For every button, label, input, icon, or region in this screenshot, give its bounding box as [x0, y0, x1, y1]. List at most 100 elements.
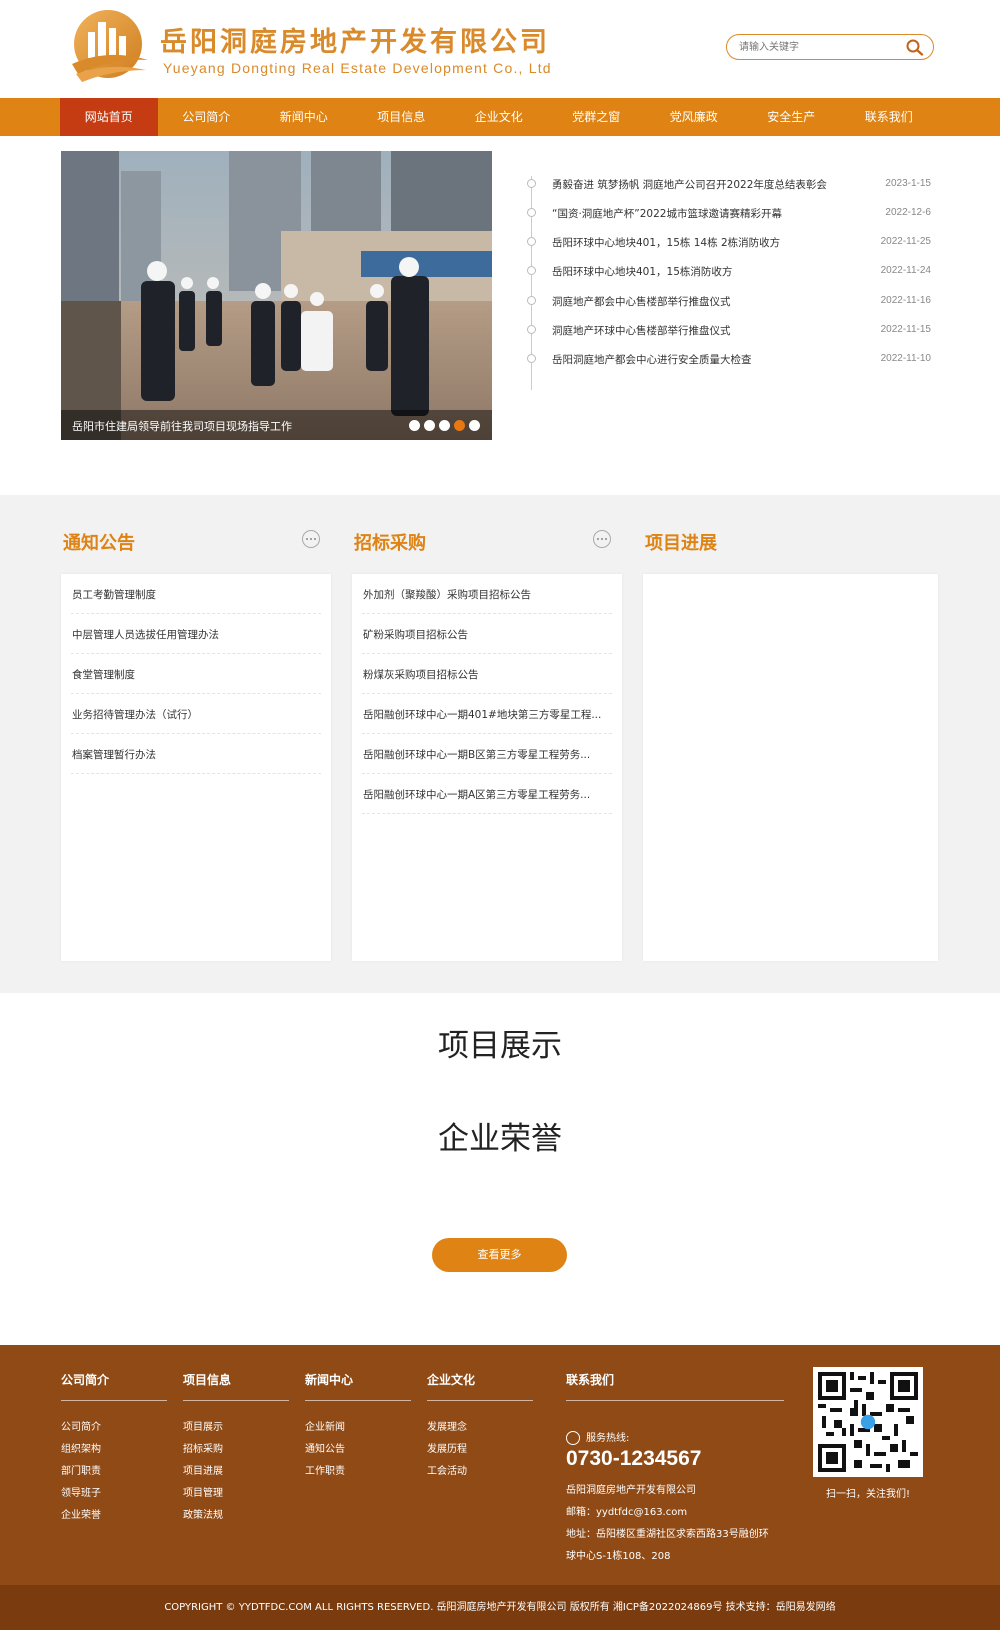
hotline-label-row: 服务热线:: [566, 1429, 629, 1445]
list-item-label[interactable]: 粉煤灰采购项目招标公告: [363, 667, 479, 682]
bidding-title[interactable]: 招标采购: [354, 529, 426, 555]
footer-link[interactable]: 招标采购: [183, 1439, 289, 1461]
news-title[interactable]: 岳阳洞庭地产都会中心进行安全质量大检查: [552, 352, 752, 367]
site-header: 岳阳洞庭房地产开发有限公司 Yueyang Dongting Real Esta…: [0, 0, 1000, 98]
footer-column-title[interactable]: 项目信息: [183, 1371, 289, 1401]
more-icon[interactable]: [593, 530, 611, 548]
footer-column: 公司简介 公司简介 组织架构 部门职责 领导班子 企业荣誉: [61, 1371, 167, 1527]
footer-link[interactable]: 通知公告: [305, 1439, 411, 1461]
progress-title[interactable]: 项目进展: [645, 529, 717, 555]
timeline-dot-icon: [527, 179, 536, 188]
footer-column-title[interactable]: 企业文化: [427, 1371, 533, 1401]
slider-dot-active[interactable]: [454, 420, 465, 431]
footer-link[interactable]: 发展理念: [427, 1417, 533, 1439]
main-nav: 网站首页 公司简介 新闻中心 项目信息 企业文化 党群之窗 党风廉政 安全生产 …: [0, 98, 1000, 136]
company-logo[interactable]: [68, 8, 152, 86]
list-item[interactable]: 档案管理暂行办法: [71, 734, 321, 774]
footer-link[interactable]: 公司简介: [61, 1417, 167, 1439]
hero-photo: [61, 151, 492, 440]
news-date: 2022-11-16: [880, 295, 931, 306]
footer-column-title[interactable]: 公司简介: [61, 1371, 167, 1401]
nav-project-info[interactable]: 项目信息: [353, 98, 451, 136]
list-item[interactable]: 业务招待管理办法（试行）: [71, 694, 321, 734]
news-title[interactable]: 岳阳环球中心地块401，15栋消防收方: [552, 264, 732, 279]
nav-safety[interactable]: 安全生产: [743, 98, 841, 136]
footer-link[interactable]: 企业荣誉: [61, 1505, 167, 1527]
news-title[interactable]: 岳阳环球中心地块401，15栋 14栋 2栋消防收方: [552, 235, 780, 250]
list-item-label[interactable]: 中层管理人员选拔任用管理办法: [72, 627, 219, 642]
footer-link[interactable]: 项目进展: [183, 1461, 289, 1483]
slider-dot[interactable]: [424, 420, 435, 431]
company-name-cn: 岳阳洞庭房地产开发有限公司: [160, 27, 550, 58]
list-item[interactable]: 岳阳融创环球中心一期A区第三方零星工程劳务...: [362, 774, 612, 814]
search-icon[interactable]: [905, 38, 925, 56]
hero-caption[interactable]: 岳阳市住建局领导前往我司项目现场指导工作: [72, 418, 292, 434]
news-title[interactable]: 洞庭地产都会中心售楼部举行推盘仪式: [552, 294, 731, 309]
news-item[interactable]: 岳阳洞庭地产都会中心进行安全质量大检查 2022-11-10: [527, 350, 931, 368]
company-name-en: Yueyang Dongting Real Estate Development…: [163, 60, 552, 76]
news-title[interactable]: “国资·洞庭地产杯”2022城市篮球邀请赛精彩开幕: [552, 206, 782, 221]
footer-column: 新闻中心 企业新闻 通知公告 工作职责: [305, 1371, 411, 1483]
news-item[interactable]: 洞庭地产环球中心售楼部举行推盘仪式 2022-11-15: [527, 321, 931, 339]
footer-column-title[interactable]: 新闻中心: [305, 1371, 411, 1401]
notices-title[interactable]: 通知公告: [63, 529, 135, 555]
notices-card: 员工考勤管理制度 中层管理人员选拔任用管理办法 食堂管理制度 业务招待管理办法（…: [61, 574, 331, 961]
footer-link[interactable]: 项目管理: [183, 1483, 289, 1505]
footer-link[interactable]: 工作职责: [305, 1461, 411, 1483]
nav-contact-us[interactable]: 联系我们: [840, 98, 938, 136]
hero-slider[interactable]: 岳阳市住建局领导前往我司项目现场指导工作: [61, 151, 492, 440]
phone-icon: [566, 1431, 580, 1445]
list-item[interactable]: 外加剂（聚羧酸）采购项目招标公告: [362, 574, 612, 614]
site-footer: 公司简介 公司简介 组织架构 部门职责 领导班子 企业荣誉 项目信息 项目展示 …: [0, 1345, 1000, 1585]
list-item[interactable]: 岳阳融创环球中心一期401#地块第三方零星工程...: [362, 694, 612, 734]
list-item[interactable]: 员工考勤管理制度: [71, 574, 321, 614]
view-more-button[interactable]: 查看更多: [432, 1238, 567, 1272]
list-item[interactable]: 矿粉采购项目招标公告: [362, 614, 612, 654]
news-item[interactable]: 洞庭地产都会中心售楼部举行推盘仪式 2022-11-16: [527, 292, 931, 310]
news-item[interactable]: 岳阳环球中心地块401，15栋消防收方 2022-11-24: [527, 262, 931, 280]
news-title[interactable]: 洞庭地产环球中心售楼部举行推盘仪式: [552, 323, 731, 338]
news-title[interactable]: 勇毅奋进 筑梦扬帆 洞庭地产公司召开2022年度总结表彰会: [552, 177, 827, 192]
contact-address-line1: 地址：岳阳楼区重湖社区求索西路33号融创环: [566, 1529, 769, 1540]
footer-link[interactable]: 项目展示: [183, 1417, 289, 1439]
list-item[interactable]: 岳阳融创环球中心一期B区第三方零星工程劳务...: [362, 734, 612, 774]
progress-card: [643, 574, 938, 961]
nav-home[interactable]: 网站首页: [60, 98, 158, 136]
slider-dot[interactable]: [439, 420, 450, 431]
list-item-label[interactable]: 食堂管理制度: [72, 667, 135, 682]
news-item[interactable]: “国资·洞庭地产杯”2022城市篮球邀请赛精彩开幕 2022-12-6: [527, 204, 931, 222]
search-input[interactable]: [739, 39, 899, 55]
slider-dot[interactable]: [409, 420, 420, 431]
footer-link[interactable]: 发展历程: [427, 1439, 533, 1461]
nav-corporate-culture[interactable]: 企业文化: [450, 98, 548, 136]
list-item-label[interactable]: 岳阳融创环球中心一期A区第三方零星工程劳务...: [363, 787, 590, 802]
footer-link[interactable]: 领导班子: [61, 1483, 167, 1505]
news-item[interactable]: 勇毅奋进 筑梦扬帆 洞庭地产公司召开2022年度总结表彰会 2023-1-15: [527, 175, 931, 193]
list-item-label[interactable]: 员工考勤管理制度: [72, 587, 156, 602]
footer-link[interactable]: 组织架构: [61, 1439, 167, 1461]
footer-link[interactable]: 工会活动: [427, 1461, 533, 1483]
slider-dot[interactable]: [469, 420, 480, 431]
more-icon[interactable]: [302, 530, 320, 548]
list-item-label[interactable]: 档案管理暂行办法: [72, 747, 156, 762]
list-item[interactable]: 中层管理人员选拔任用管理办法: [71, 614, 321, 654]
list-item-label[interactable]: 岳阳融创环球中心一期B区第三方零星工程劳务...: [363, 747, 590, 762]
list-item[interactable]: 食堂管理制度: [71, 654, 321, 694]
nav-news-center[interactable]: 新闻中心: [255, 98, 353, 136]
news-date: 2022-11-24: [880, 265, 931, 276]
nav-party-window[interactable]: 党群之窗: [548, 98, 646, 136]
timeline-dot-icon: [527, 208, 536, 217]
nav-integrity[interactable]: 党风廉政: [645, 98, 743, 136]
list-item-label[interactable]: 业务招待管理办法（试行）: [72, 707, 198, 722]
footer-contact-title[interactable]: 联系我们: [566, 1371, 784, 1401]
footer-link[interactable]: 部门职责: [61, 1461, 167, 1483]
qr-code: [813, 1367, 923, 1477]
list-item-label[interactable]: 矿粉采购项目招标公告: [363, 627, 468, 642]
footer-link[interactable]: 企业新闻: [305, 1417, 411, 1439]
news-item[interactable]: 岳阳环球中心地块401，15栋 14栋 2栋消防收方 2022-11-25: [527, 233, 931, 251]
list-item-label[interactable]: 岳阳融创环球中心一期401#地块第三方零星工程...: [363, 707, 601, 722]
nav-company-profile[interactable]: 公司简介: [158, 98, 256, 136]
footer-link[interactable]: 政策法规: [183, 1505, 289, 1527]
list-item[interactable]: 粉煤灰采购项目招标公告: [362, 654, 612, 694]
list-item-label[interactable]: 外加剂（聚羧酸）采购项目招标公告: [363, 587, 531, 602]
